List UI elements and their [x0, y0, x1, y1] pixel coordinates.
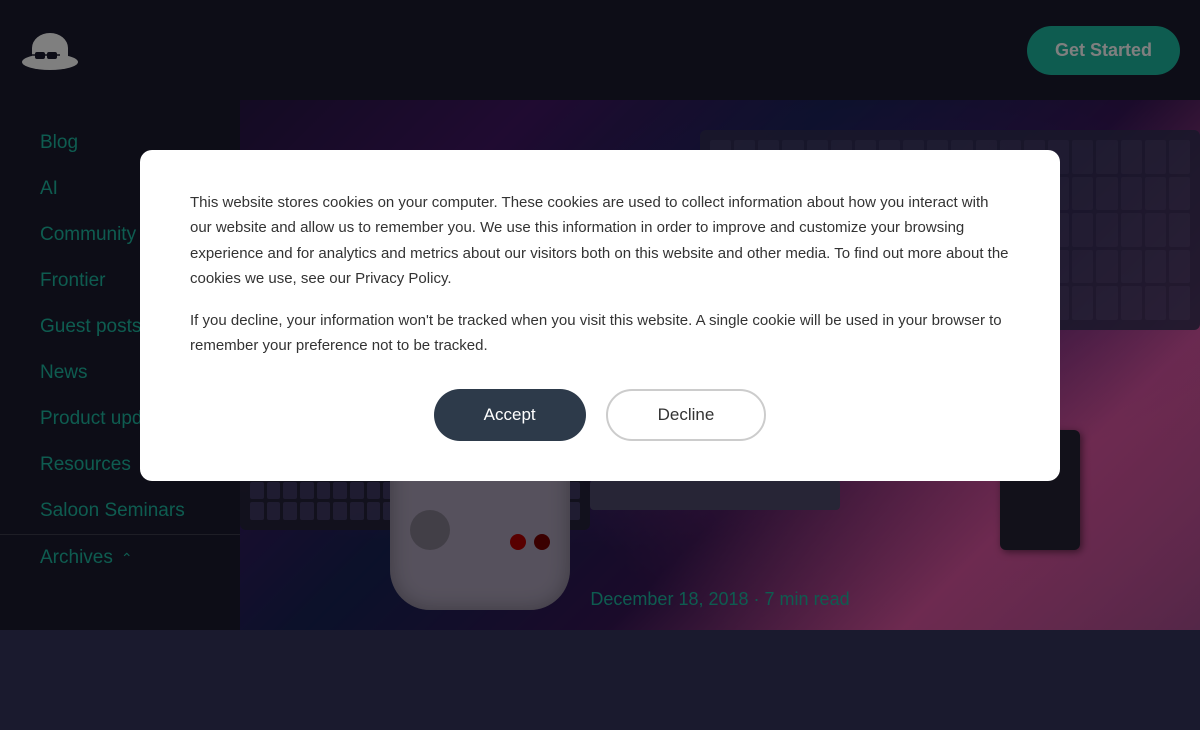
cookie-text-1: This website stores cookies on your comp… [190, 190, 1010, 292]
cookie-text-2: If you decline, your information won't b… [190, 308, 1010, 359]
decline-button[interactable]: Decline [606, 389, 767, 441]
accept-button[interactable]: Accept [434, 389, 586, 441]
cookie-modal: This website stores cookies on your comp… [140, 150, 1060, 481]
cookie-modal-overlay: This website stores cookies on your comp… [0, 0, 1200, 630]
cookie-modal-buttons: Accept Decline [190, 389, 1010, 441]
